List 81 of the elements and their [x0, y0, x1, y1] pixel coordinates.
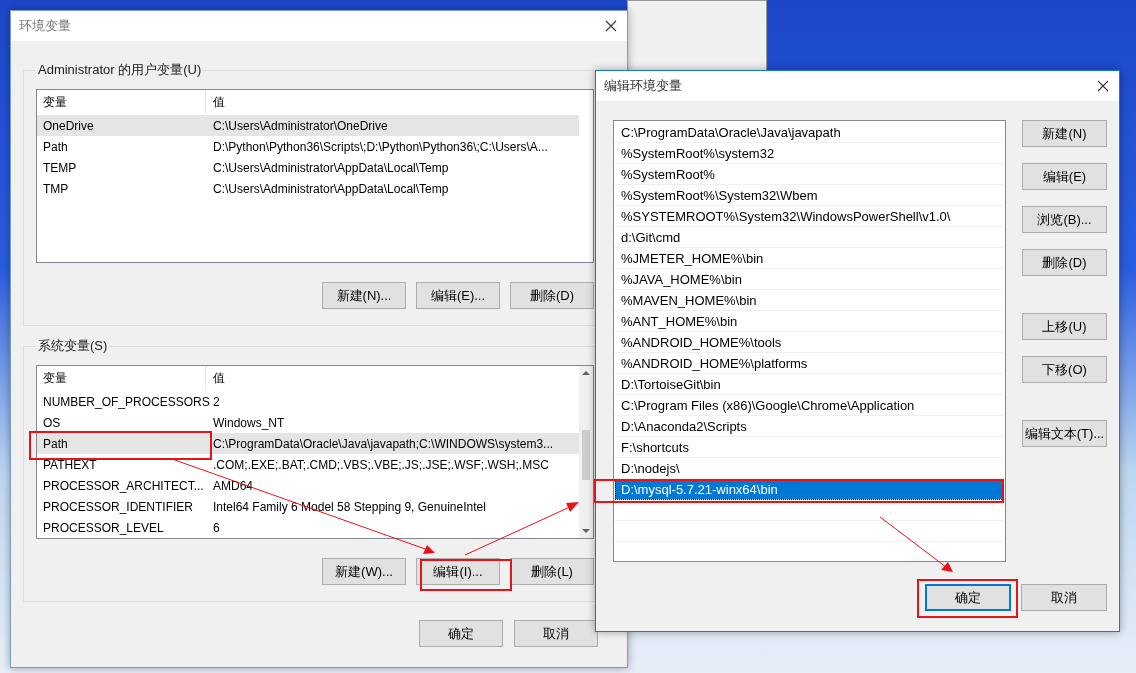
- group-label: Administrator 的用户变量(U): [37, 61, 203, 79]
- close-icon[interactable]: [1097, 80, 1109, 92]
- table-cell-text: TEMP: [42, 160, 78, 175]
- table-cell-text: OneDrive: [42, 118, 95, 133]
- table-row[interactable]: TEMP C:\Users\Administrator\AppData\Local\Temp: [37, 157, 579, 178]
- list-item[interactable]: %SYSTEMROOT%\System32\WindowsPowerShell\v1.0\: [615, 206, 1004, 227]
- button[interactable]: 确定: [925, 584, 1011, 611]
- table-row[interactable]: OneDrive C:\Users\Administrator\OneDrive: [37, 115, 579, 136]
- table-cell-text: PROCESSOR_ARCHITECT...: [42, 478, 205, 493]
- column-header[interactable]: 变量: [37, 90, 206, 114]
- table-cell-text: PATHEXT: [42, 457, 98, 472]
- list-item[interactable]: %SystemRoot%: [615, 164, 1004, 185]
- button[interactable]: 取消: [1021, 584, 1107, 611]
- table-row[interactable]: Path C:\ProgramData\Oracle\Java\javapath;C:\WINDOWS\system3...: [37, 433, 579, 454]
- table-row[interactable]: TMP C:\Users\Administrator\AppData\Local\Temp: [37, 178, 579, 199]
- button[interactable]: 删除(D): [1022, 249, 1107, 276]
- table-cell-text: Path: [42, 436, 69, 451]
- table-row[interactable]: Path D:\Python\Python36\Scripts\;D:\Python\Python36\;C:\Users\A...: [37, 136, 579, 157]
- list-item[interactable]: %JAVA_HOME%\bin: [615, 269, 1004, 290]
- scrollbar[interactable]: [579, 366, 593, 538]
- table-row[interactable]: NUMBER_OF_PROCESSORS 2: [37, 391, 579, 412]
- list-item[interactable]: %ANT_HOME%\bin: [615, 311, 1004, 332]
- button[interactable]: 下移(O): [1022, 356, 1107, 383]
- list-item[interactable]: F:\shortcuts: [615, 437, 1004, 458]
- button[interactable]: 确定: [419, 620, 503, 647]
- button[interactable]: 编辑(I)...: [416, 558, 500, 585]
- list-item[interactable]: %MAVEN_HOME%\bin: [615, 290, 1004, 311]
- button[interactable]: 编辑(E): [1022, 163, 1107, 190]
- list-item[interactable]: C:\ProgramData\Oracle\Java\javapath: [615, 122, 1004, 143]
- list-item[interactable]: %SystemRoot%\System32\Wbem: [615, 185, 1004, 206]
- window-title: 编辑环境变量: [604, 77, 682, 95]
- button[interactable]: 编辑文本(T)...: [1022, 420, 1107, 447]
- list-item[interactable]: C:\Program Files (x86)\Google\Chrome\Application: [615, 395, 1004, 416]
- button[interactable]: 删除(L): [510, 558, 594, 585]
- list-item[interactable]: D:\nodejs\: [615, 458, 1004, 479]
- table-cell-text: D:\Python\Python36\Scripts\;D:\Python\Python36\;C:\Users\A...: [212, 139, 549, 154]
- table-cell-text: Intel64 Family 6 Model 58 Stepping 9, GenuineIntel: [212, 499, 487, 514]
- button[interactable]: 新建(N)...: [322, 282, 406, 309]
- table-cell-text: PROCESSOR_LEVEL: [42, 520, 165, 535]
- table-cell-text: OS: [42, 415, 62, 430]
- table-row[interactable]: OS Windows_NT: [37, 412, 579, 433]
- table-row[interactable]: PROCESSOR_ARCHITECT... AMD64: [37, 475, 579, 496]
- table-cell-text: C:\Users\Administrator\AppData\Local\Temp: [212, 181, 450, 196]
- scroll-down-icon[interactable]: [582, 529, 590, 533]
- column-header[interactable]: 值: [206, 90, 579, 114]
- scroll-up-icon[interactable]: [582, 371, 590, 375]
- table-row[interactable]: PROCESSOR_IDENTIFIER Intel64 Family 6 Model 58 Stepping 9, GenuineIntel: [37, 496, 579, 517]
- table-cell-text: Path: [42, 139, 69, 154]
- list-item[interactable]: %ANDROID_HOME%\platforms: [615, 353, 1004, 374]
- list-item[interactable]: D:\mysql-5.7.21-winx64\bin: [615, 479, 1004, 500]
- button[interactable]: 新建(W)...: [322, 558, 406, 585]
- table-row[interactable]: PROCESSOR_LEVEL 6: [37, 517, 579, 538]
- table-cell-text: C:\ProgramData\Oracle\Java\javapath;C:\WINDOWS\system3...: [212, 436, 555, 451]
- table-cell-text: .COM;.EXE;.BAT;.CMD;.VBS;.VBE;.JS;.JSE;.WSF;.WSH;.MSC: [212, 457, 550, 472]
- close-icon[interactable]: [605, 20, 617, 32]
- table-cell-text: AMD64: [212, 478, 254, 493]
- table-cell-text: 6: [212, 520, 221, 535]
- table-cell-text: C:\Users\Administrator\AppData\Local\Temp: [212, 160, 450, 175]
- button[interactable]: 取消: [514, 620, 598, 647]
- scrollbar-thumb[interactable]: [582, 430, 590, 480]
- list-item[interactable]: D:\TortoiseGit\bin: [615, 374, 1004, 395]
- list-item[interactable]: D:\Anaconda2\Scripts: [615, 416, 1004, 437]
- table-cell-text: 2: [212, 394, 221, 409]
- list-item[interactable]: %SystemRoot%\system32: [615, 143, 1004, 164]
- list-item[interactable]: d:\Git\cmd: [615, 227, 1004, 248]
- table-row[interactable]: PATHEXT .COM;.EXE;.BAT;.CMD;.VBS;.VBE;.JS;.JSE;.WSF;.WSH;.MSC: [37, 454, 579, 475]
- button[interactable]: 上移(U): [1022, 313, 1107, 340]
- list-item[interactable]: %JMETER_HOME%\bin: [615, 248, 1004, 269]
- button[interactable]: 浏览(B)...: [1022, 206, 1107, 233]
- table-cell-text: PROCESSOR_IDENTIFIER: [42, 499, 195, 514]
- button[interactable]: 删除(D): [510, 282, 594, 309]
- window-title: 环境变量: [19, 17, 71, 35]
- group-label: 系统变量(S): [37, 337, 109, 355]
- list-item[interactable]: %ANDROID_HOME%\tools: [615, 332, 1004, 353]
- column-header[interactable]: 变量: [37, 366, 206, 390]
- button[interactable]: 新建(N): [1022, 120, 1107, 147]
- table-cell-text: C:\Users\Administrator\OneDrive: [212, 118, 389, 133]
- table-cell-text: TMP: [42, 181, 70, 196]
- button[interactable]: 编辑(E)...: [416, 282, 500, 309]
- table-cell-text: Windows_NT: [212, 415, 286, 430]
- column-header[interactable]: 值: [206, 366, 579, 390]
